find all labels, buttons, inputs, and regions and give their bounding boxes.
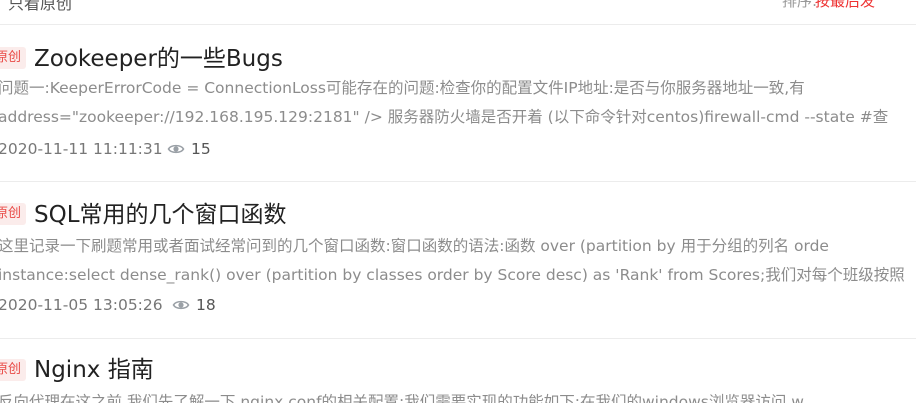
article-summary[interactable]: 这里记录一下刷题常用或者面试经常问到的几个窗口函数:窗口函数的语法:函数 ove…: [0, 235, 829, 257]
article-item[interactable]: 原创 Zookeeper的一些Bugs 问题一:KeeperErrorCode …: [0, 24, 916, 182]
article-title[interactable]: Zookeeper的一些Bugs: [34, 44, 283, 74]
publish-date: 2020-11-05 13:05:26: [0, 296, 163, 314]
view-count: 15: [167, 138, 211, 160]
eye-icon: [172, 300, 190, 310]
article-title[interactable]: Nginx 指南: [34, 355, 154, 385]
original-badge: 原创: [0, 359, 26, 381]
original-badge: 原创: [0, 47, 26, 69]
publish-date: 2020-11-11 11:11:31: [0, 140, 163, 158]
eye-icon: [167, 144, 185, 154]
article-summary[interactable]: instance:select dense_rank() over (parti…: [0, 264, 905, 286]
sort-label: 排序:: [782, 0, 818, 10]
list-header: 只看原创 排序: 按最后发: [0, 0, 916, 25]
original-only-filter[interactable]: 只看原创: [8, 0, 72, 14]
article-item[interactable]: 原创 Nginx 指南 反向代理在这之前,我们先了解一下 nginx.conf的…: [0, 338, 916, 403]
sort-option[interactable]: 按最后发: [815, 0, 875, 11]
article-summary[interactable]: 问题一:KeeperErrorCode = ConnectionLoss可能存在…: [0, 77, 805, 99]
article-summary[interactable]: address="zookeeper://192.168.195.129:218…: [0, 106, 888, 128]
original-badge: 原创: [0, 203, 26, 225]
article-title[interactable]: SQL常用的几个窗口函数: [34, 200, 287, 230]
article-list-page: { "header": { "left_text": "只看原创", "sort…: [0, 0, 916, 403]
view-count-value: 15: [191, 140, 211, 158]
view-count: 18: [172, 294, 216, 316]
article-summary[interactable]: 反向代理在这之前,我们先了解一下 nginx.conf的相关配置:我们需要实现的…: [0, 391, 804, 403]
view-count-value: 18: [196, 296, 216, 314]
article-item[interactable]: 原创 SQL常用的几个窗口函数 这里记录一下刷题常用或者面试经常问到的几个窗口函…: [0, 181, 916, 339]
